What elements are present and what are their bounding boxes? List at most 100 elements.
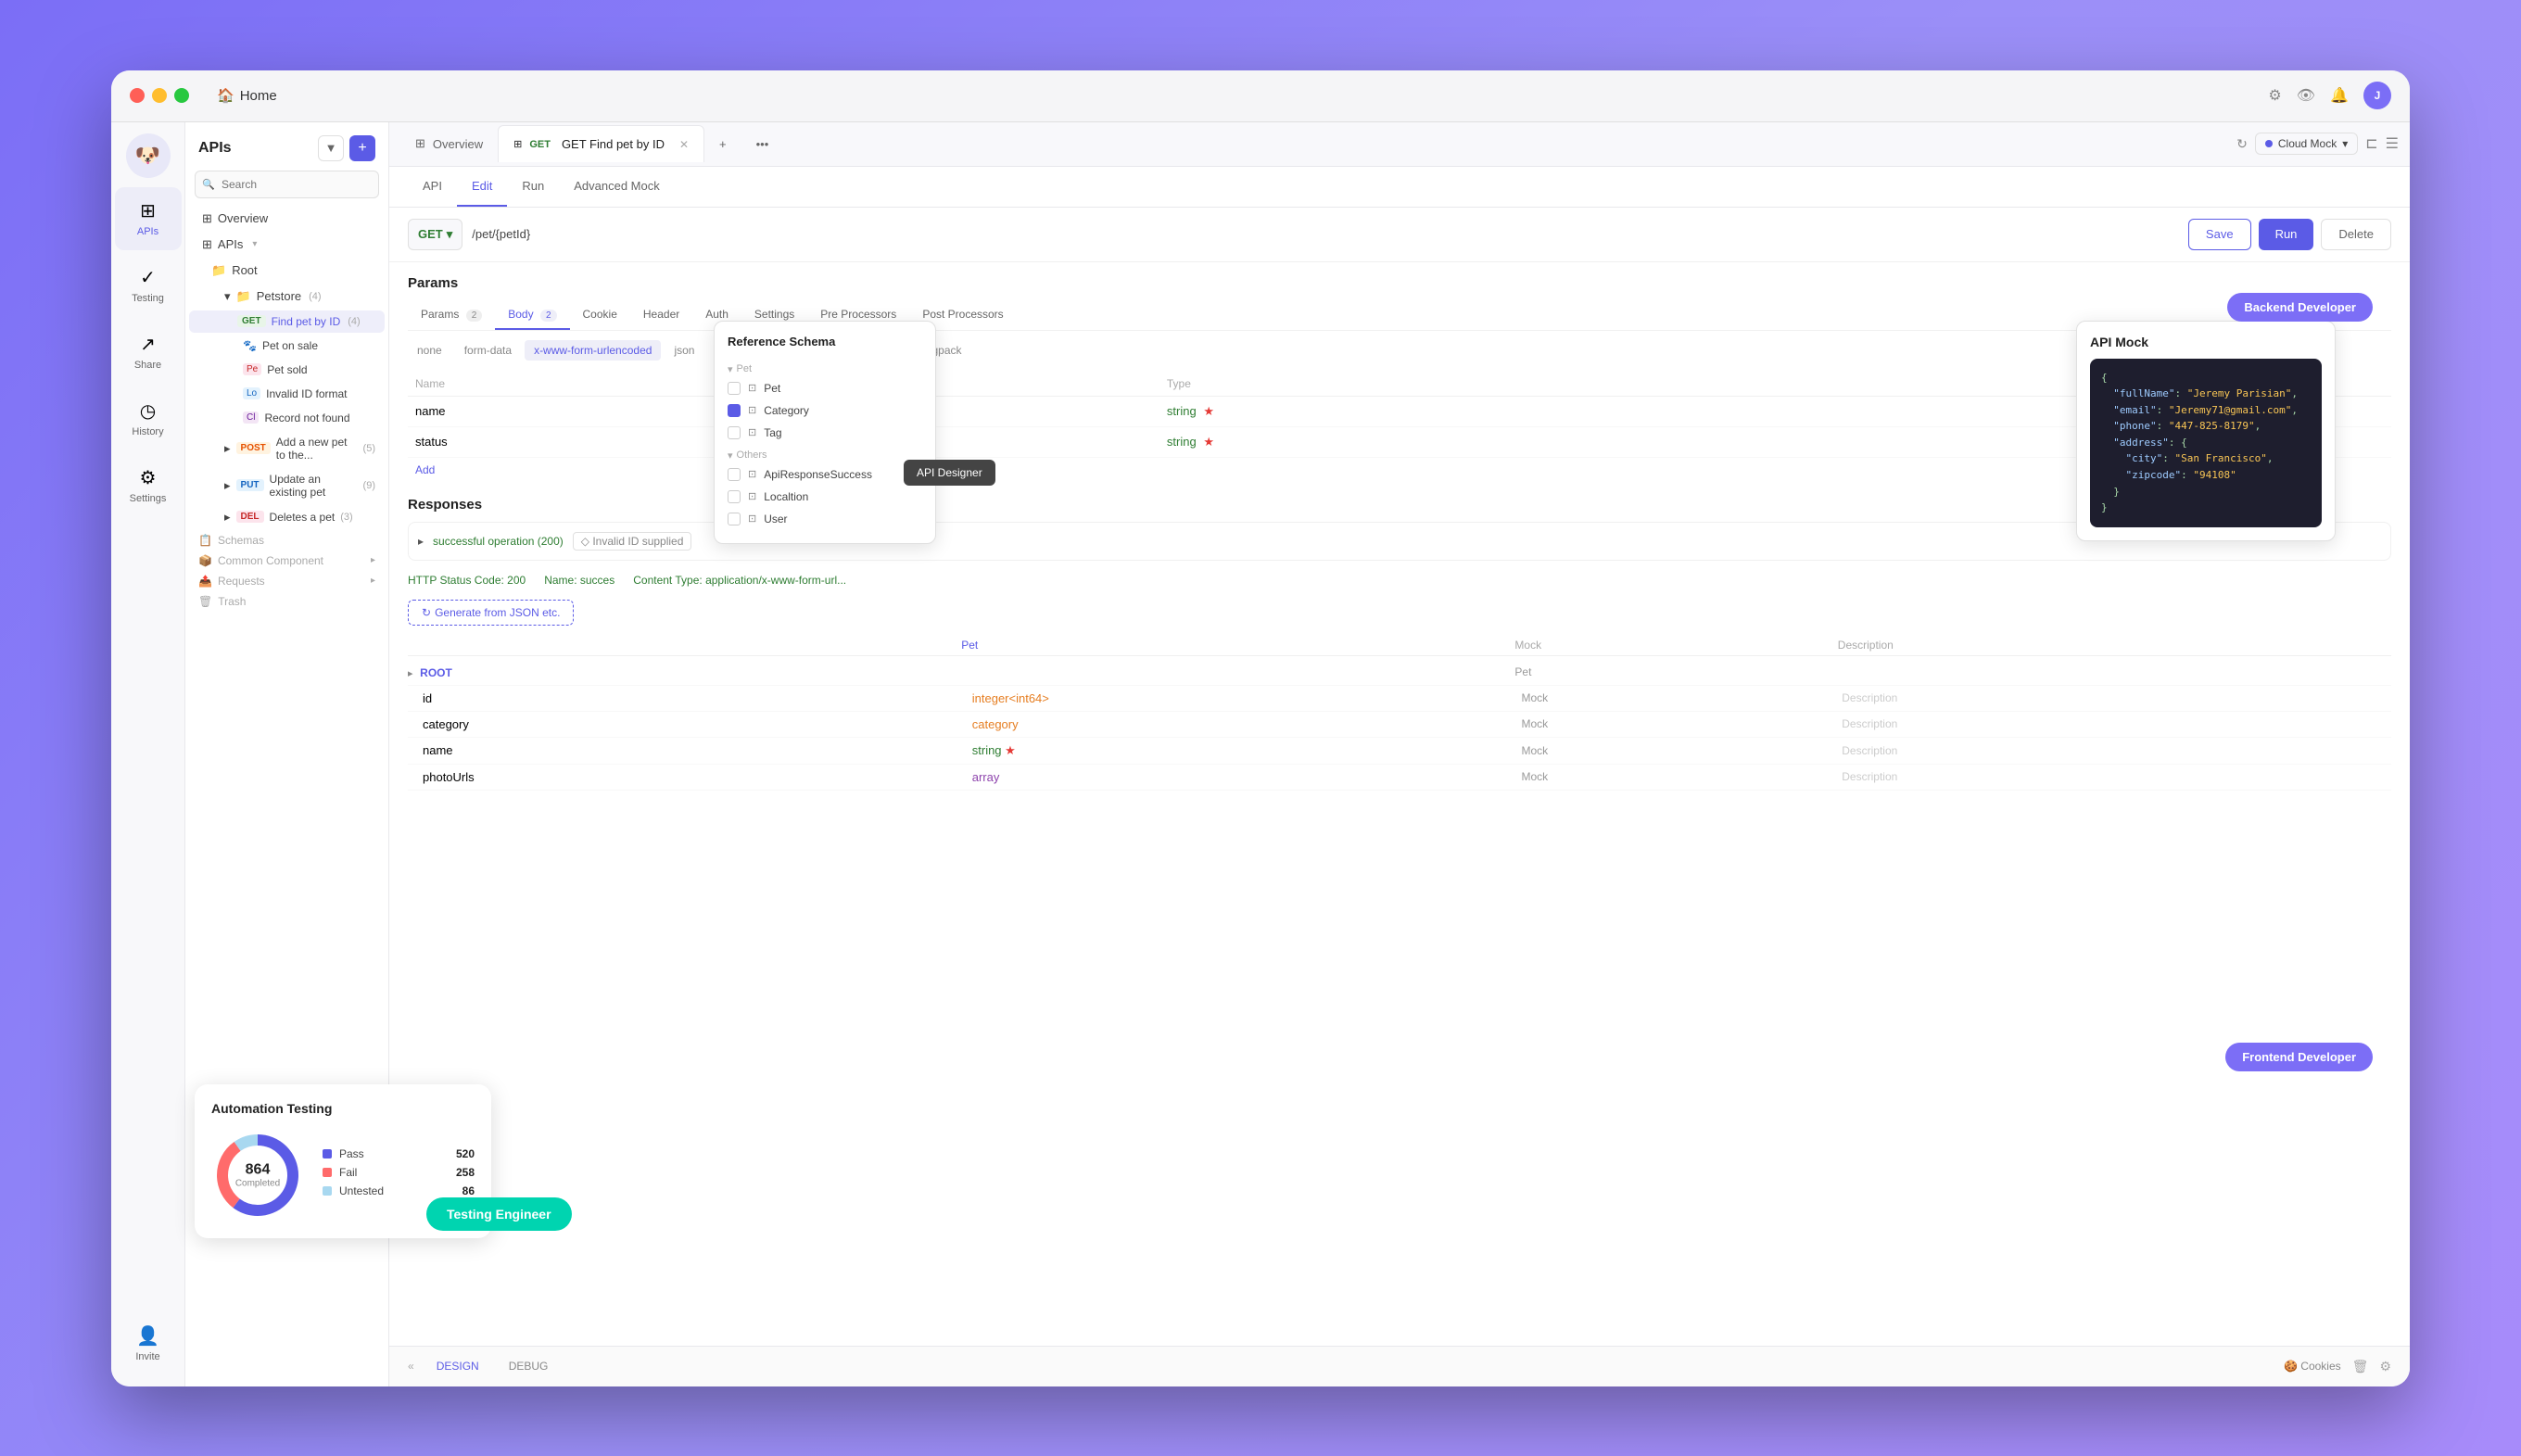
left-arrows: « (408, 1360, 414, 1373)
tree-item-record-not-found[interactable]: Cl Record not found (189, 407, 385, 429)
sidebar-item-share[interactable]: ↗ Share (115, 321, 182, 384)
schemas-item[interactable]: 📋 Schemas (185, 530, 388, 551)
trash-bottom-icon[interactable]: 🗑 (2352, 1359, 2369, 1374)
history-icon: ◷ (140, 399, 156, 423)
sync-icon[interactable]: ↻ (2236, 136, 2248, 152)
body-type-form-data[interactable]: form-data (455, 340, 521, 361)
maximize-button[interactable] (174, 88, 189, 103)
pet-checkbox[interactable] (728, 382, 741, 395)
trash-icon: 🗑 (198, 595, 212, 608)
params-tab-params[interactable]: Params 2 (408, 300, 495, 330)
search-box: 🔍 (195, 171, 379, 198)
schema-tag[interactable]: ⊡ Tag (728, 422, 922, 444)
body-type-urlencoded[interactable]: x-www-form-urlencoded (525, 340, 661, 361)
tree-item-pet-sold[interactable]: Pe Pet sold (189, 359, 385, 381)
param-type-cell: string ★ (1159, 396, 2154, 426)
tag-checkbox[interactable] (728, 426, 741, 439)
schema-location[interactable]: ⊡ Localtion (728, 486, 922, 508)
location-checkbox[interactable] (728, 490, 741, 503)
tree-item-delete-pet[interactable]: ▸ DEL Deletes a pet (3) (189, 505, 385, 529)
url-actions: Save Run Delete (2188, 219, 2391, 250)
bottom-tab-design[interactable]: DESIGN (429, 1356, 487, 1376)
eye-icon[interactable]: 👁 (2297, 86, 2315, 105)
settings-bottom-icon[interactable]: ⚙ (2379, 1359, 2391, 1374)
save-button[interactable]: Save (2188, 219, 2251, 250)
tab-add[interactable]: + (704, 125, 741, 162)
generate-btn[interactable]: ↻ Generate from JSON etc. (408, 600, 574, 626)
trash-item[interactable]: 🗑 Trash (185, 591, 388, 612)
bottom-right: 🍪 Cookies 🗑 ⚙ (2284, 1359, 2391, 1374)
method-selector[interactable]: GET ▾ (408, 219, 462, 250)
requests-icon: 📤 (198, 575, 212, 588)
category-checkbox[interactable] (728, 404, 741, 417)
tree-item-root[interactable]: 📁 Root (189, 259, 385, 283)
params-title: Params (408, 275, 2391, 291)
menu-icon[interactable]: ☰ (2386, 134, 2399, 153)
api-tab-edit[interactable]: Edit (457, 166, 507, 207)
sidebar-item-settings[interactable]: ⚙ Settings (115, 454, 182, 517)
component-icon: 📦 (198, 554, 212, 567)
testing-engineer-badge: Testing Engineer (426, 1197, 572, 1231)
api-tab-advanced-mock[interactable]: Advanced Mock (559, 166, 675, 207)
tree-item-find-pet[interactable]: GET Find pet by ID (4) (189, 310, 385, 333)
requests-item[interactable]: 📤 Requests ▸ (185, 571, 388, 591)
close-button[interactable] (130, 88, 145, 103)
bottom-tab-debug[interactable]: DEBUG (501, 1356, 556, 1376)
api-tab-run[interactable]: Run (507, 166, 559, 207)
sidebar-item-history[interactable]: ◷ History (115, 387, 182, 450)
filter-button[interactable]: ▼ (318, 135, 344, 161)
pet-section-header[interactable]: ▾ Pet (728, 358, 922, 377)
tab-more[interactable]: ••• (741, 125, 784, 162)
cookies-link[interactable]: 🍪 Cookies (2284, 1360, 2341, 1373)
sidebar-item-apis[interactable]: ⊞ APIs (115, 187, 182, 250)
tree-item-petstore[interactable]: ▾ 📁 Petstore (4) (189, 285, 385, 309)
response-table-header: Pet Mock Description (408, 635, 2391, 656)
schema-apiresponse[interactable]: ⊡ ApiResponseSuccess (728, 463, 922, 486)
url-input[interactable] (472, 219, 2179, 250)
tree-item-add-pet[interactable]: ▸ POST Add a new pet to the... (5) (189, 431, 385, 466)
body-type-json[interactable]: json (665, 340, 703, 361)
minimize-button[interactable] (152, 88, 167, 103)
avatar[interactable]: J (2363, 82, 2391, 109)
tree-item-overview[interactable]: ⊞ Overview (189, 207, 385, 231)
params-tab-cookie[interactable]: Cookie (570, 300, 630, 330)
schema-pet[interactable]: ⊡ Pet (728, 377, 922, 399)
run-button[interactable]: Run (2259, 219, 2314, 250)
titlebar: 🏠 Home ⚙ 👁 🔔 J (111, 70, 2410, 122)
tab-find-pet[interactable]: ⊞ GET GET Find pet by ID ✕ (498, 125, 704, 162)
tree-item-pet-on-sale[interactable]: 🐾 Pet on sale (189, 335, 385, 357)
bell-icon[interactable]: 🔔 (2330, 86, 2349, 105)
params-tab-body[interactable]: Body 2 (495, 300, 569, 330)
schema-category[interactable]: ⊡ Category (728, 399, 922, 422)
layout-icon[interactable]: ⊏ (2365, 134, 2377, 153)
traffic-lights (130, 88, 189, 103)
settings-icon[interactable]: ⚙ (2268, 86, 2281, 105)
backend-developer-badge: Backend Developer (2227, 293, 2373, 322)
search-input[interactable] (195, 171, 379, 198)
tree-item-apis[interactable]: ⊞ APIs ▾ (189, 233, 385, 257)
tab-actions: ↻ Cloud Mock ▾ ⊏ ☰ (2236, 133, 2399, 155)
delete-button[interactable]: Delete (2321, 219, 2391, 250)
tree-item-update-pet[interactable]: ▸ PUT Update an existing pet (9) (189, 468, 385, 503)
expand-arrow-icon[interactable]: ▸ (418, 535, 424, 548)
tab-close[interactable]: ✕ (679, 138, 689, 151)
sidebar-item-invite[interactable]: 👤 Invite (115, 1312, 182, 1375)
tree-item-invalid-id[interactable]: Lo Invalid ID format (189, 383, 385, 405)
tab-overview[interactable]: ⊞ Overview (400, 125, 498, 162)
cloud-mock-selector[interactable]: Cloud Mock ▾ (2255, 133, 2358, 155)
others-section-header[interactable]: ▾ Others (728, 444, 922, 463)
body-type-none[interactable]: none (408, 340, 451, 361)
sidebar-item-testing[interactable]: ✓ Testing (115, 254, 182, 317)
apiresponse-checkbox[interactable] (728, 468, 741, 481)
schema-user[interactable]: ⊡ User (728, 508, 922, 530)
user-checkbox[interactable] (728, 513, 741, 525)
api-tab-api[interactable]: API (408, 166, 457, 207)
home-link[interactable]: 🏠 Home (217, 87, 277, 104)
param-status-type-cell: string ★ (1159, 426, 2154, 457)
params-tab-header[interactable]: Header (630, 300, 692, 330)
lo-badge: Lo (243, 387, 260, 399)
add-button[interactable]: + (349, 135, 375, 161)
common-component-item[interactable]: 📦 Common Component ▸ (185, 551, 388, 571)
expand-arrow2: ▸ (224, 478, 231, 493)
root-expand[interactable]: ▸ (408, 668, 413, 679)
